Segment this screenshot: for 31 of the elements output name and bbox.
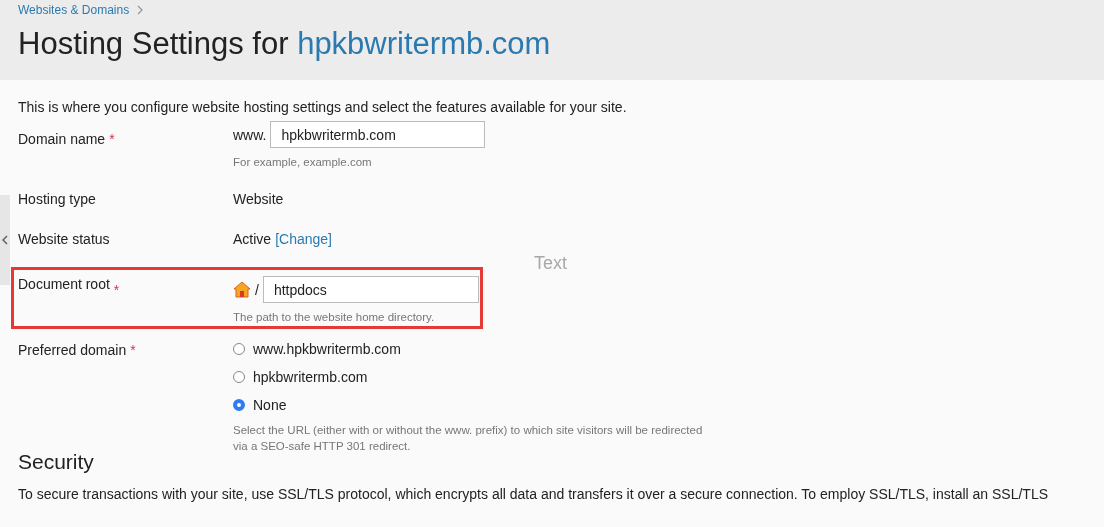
field-label: Document root bbox=[18, 276, 110, 292]
floating-text: Text bbox=[534, 253, 567, 274]
house-icon bbox=[233, 281, 251, 298]
required-mark: * bbox=[130, 342, 136, 358]
chevron-right-icon bbox=[137, 5, 144, 15]
field-hint: For example, example.com bbox=[233, 155, 373, 170]
field-hint: The path to the website home directory. bbox=[233, 310, 436, 325]
path-separator: / bbox=[255, 281, 259, 298]
security-text: To secure transactions with your site, use SSL/TLS protocol, which encrypts all data and transfers it over a secure connection. To employ SSL/TLS, install an SSL/TLS bbox=[18, 485, 1050, 502]
field-label: Preferred domain bbox=[18, 342, 127, 358]
required-mark: * bbox=[113, 281, 120, 298]
section-heading: Security bbox=[18, 450, 95, 475]
domain-input[interactable]: hpkbwritermb.com bbox=[270, 121, 486, 148]
document-root-input[interactable]: httpdocs bbox=[262, 276, 479, 303]
field-value: Active bbox=[233, 231, 272, 247]
radio-option[interactable]: None bbox=[233, 391, 1086, 419]
chevron-left-icon bbox=[2, 235, 8, 245]
field-label: Domain name bbox=[18, 130, 106, 147]
page-title: Hosting Settings for hpkbwritermb.com bbox=[18, 26, 552, 62]
www-prefix: www. bbox=[233, 126, 267, 143]
field-label: Hosting type bbox=[18, 191, 96, 207]
change-link[interactable]: [Change] bbox=[275, 231, 332, 247]
required-mark: * bbox=[109, 130, 115, 147]
sidebar-toggle[interactable] bbox=[0, 195, 10, 285]
field-value: Website bbox=[233, 191, 284, 207]
radio-option[interactable]: hpkbwritermb.com bbox=[233, 363, 1086, 391]
field-hint: Select the URL (either with or without the www. prefix) to which site visitors will be redirected via a SEO-safe HTTP 301 redirect. bbox=[233, 423, 703, 454]
breadcrumb-link[interactable]: Websites & Domains bbox=[18, 3, 130, 17]
field-label: Website status bbox=[18, 231, 110, 247]
radio-option[interactable]: www.hpkbwritermb.com bbox=[233, 335, 1086, 363]
intro-text: This is where you configure website hosting settings and select the features available for your site. bbox=[18, 98, 628, 117]
